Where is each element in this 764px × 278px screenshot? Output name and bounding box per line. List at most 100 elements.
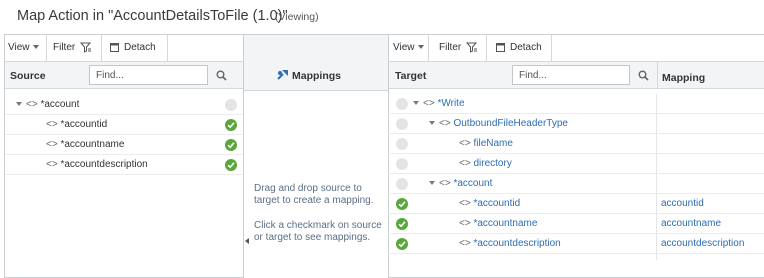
unmapped-indicator-icon[interactable]	[396, 138, 408, 150]
mapped-checkmark-icon[interactable]	[225, 139, 237, 151]
collapse-handle-icon[interactable]	[245, 238, 249, 244]
target-row[interactable]: <> *account	[388, 174, 764, 194]
search-icon	[216, 70, 227, 81]
element-icon: <>	[46, 159, 58, 170]
checkmark-hint: Click a checkmark on source or target to…	[254, 220, 382, 243]
tree-node: <> fileName	[459, 138, 513, 149]
source-filter-button[interactable]: Filter	[53, 35, 92, 61]
source-row[interactable]: <> *accountid	[5, 115, 243, 135]
source-heading: Source	[10, 70, 46, 82]
target-row[interactable]: <> *Write	[388, 94, 764, 114]
toolbar-divider	[486, 35, 487, 61]
mapping-cell[interactable]: accountdescription	[661, 238, 744, 249]
target-row[interactable]: <> fileName	[388, 134, 764, 154]
mapping-column-heading: Mapping	[662, 72, 706, 84]
tree-node: <> *accountid	[459, 198, 520, 209]
view-label: View	[393, 42, 415, 53]
element-icon: <>	[439, 118, 451, 129]
detach-icon	[110, 42, 119, 52]
toolbar-divider	[428, 35, 429, 61]
tree-node: <> *accountname	[46, 139, 124, 150]
node-label: fileName	[473, 138, 513, 149]
target-header: Target Mapping	[389, 62, 764, 89]
source-view-menu[interactable]: View	[8, 35, 39, 61]
element-icon: <>	[459, 158, 471, 169]
filter-icon	[465, 42, 478, 53]
node-label: *Write	[437, 98, 465, 109]
mapped-checkmark-icon[interactable]	[396, 238, 408, 250]
mappings-panel: Mappings Drag and drop source to target …	[244, 34, 388, 278]
tree-node: <> *accountdescription	[459, 238, 561, 249]
title-bar: Map Action in "AccountDetailsToFile (1.0…	[0, 0, 764, 34]
node-label: *accountdescription	[473, 238, 561, 249]
element-icon: <>	[459, 198, 471, 209]
target-row[interactable]: <> *accountname accountname	[388, 214, 764, 234]
mapped-checkmark-icon[interactable]	[225, 119, 237, 131]
target-row[interactable]: <> OutboundFileHeaderType	[388, 114, 764, 134]
target-row[interactable]: <> directory	[388, 154, 764, 174]
source-search-button[interactable]	[210, 65, 232, 85]
chevron-down-icon	[417, 45, 424, 50]
element-icon: <>	[423, 98, 435, 109]
node-label: *accountname	[473, 218, 538, 229]
target-row[interactable]: <> *accountdescription accountdescriptio…	[388, 234, 764, 254]
view-mode-label: (Viewing)	[275, 11, 319, 23]
node-label: *account	[40, 99, 80, 110]
target-find-input[interactable]	[512, 65, 630, 85]
chevron-down-icon	[32, 45, 39, 50]
target-view-menu[interactable]: View	[393, 35, 424, 61]
expand-arrow-icon[interactable]	[429, 121, 435, 125]
filter-label: Filter	[439, 42, 462, 53]
tree-node: <> *account	[439, 178, 492, 189]
element-icon: <>	[46, 119, 58, 130]
filter-label: Filter	[53, 42, 76, 53]
source-find-input[interactable]	[89, 65, 208, 85]
mapped-checkmark-icon[interactable]	[396, 218, 408, 230]
toolbar-divider	[46, 35, 47, 61]
page-title: Map Action in "AccountDetailsToFile (1.0…	[17, 8, 288, 24]
node-label: *account	[453, 178, 493, 189]
mappings-header: Mappings	[244, 35, 388, 91]
view-label: View	[8, 42, 30, 53]
tree-node: <> *Write	[423, 98, 465, 109]
target-filter-button[interactable]: Filter	[439, 35, 478, 61]
unmapped-indicator-icon[interactable]	[396, 158, 408, 170]
element-icon: <>	[46, 139, 58, 150]
source-panel: View Filter Detach Source <> *account <>…	[4, 34, 244, 278]
expand-arrow-icon[interactable]	[16, 102, 22, 106]
source-detach-button[interactable]: Detach	[109, 35, 156, 61]
tree-node: <> *accountid	[46, 119, 107, 130]
expand-arrow-icon[interactable]	[429, 181, 435, 185]
toolbar-divider	[101, 35, 102, 61]
expand-arrow-icon[interactable]	[413, 101, 419, 105]
unmapped-indicator-icon[interactable]	[396, 98, 408, 110]
source-row[interactable]: <> *accountname	[5, 135, 243, 155]
filter-icon	[79, 42, 92, 53]
target-tree: <> *Write <> OutboundFileHeaderType <> f…	[388, 94, 764, 278]
target-detach-button[interactable]: Detach	[495, 35, 542, 61]
unmapped-indicator-icon[interactable]	[396, 178, 408, 190]
source-row[interactable]: <> *accountdescription	[5, 155, 243, 175]
mapping-cell[interactable]: accountid	[661, 198, 704, 209]
mapped-checkmark-icon[interactable]	[396, 198, 408, 210]
detach-label: Detach	[510, 42, 542, 53]
node-label: *accountid	[473, 198, 521, 209]
unmapped-indicator-icon[interactable]	[225, 99, 237, 111]
tree-node: <> directory	[459, 158, 512, 169]
node-label: *accountdescription	[60, 159, 148, 170]
element-icon: <>	[26, 99, 38, 110]
toolbar-divider	[551, 35, 552, 61]
detach-label: Detach	[124, 42, 156, 53]
target-search-button[interactable]	[632, 65, 654, 85]
tree-node: <> *accountname	[459, 218, 537, 229]
mappings-icon	[277, 70, 288, 80]
unmapped-indicator-icon[interactable]	[396, 118, 408, 130]
node-label: directory	[473, 158, 512, 169]
mapped-checkmark-icon[interactable]	[225, 159, 237, 171]
source-header: Source	[5, 62, 243, 89]
column-divider	[657, 62, 658, 88]
source-row[interactable]: <> *account	[5, 95, 243, 115]
mapping-cell[interactable]: accountname	[661, 218, 721, 229]
target-row[interactable]: <> *accountid accountid	[388, 194, 764, 214]
target-toolbar: View Filter Detach	[389, 35, 764, 62]
